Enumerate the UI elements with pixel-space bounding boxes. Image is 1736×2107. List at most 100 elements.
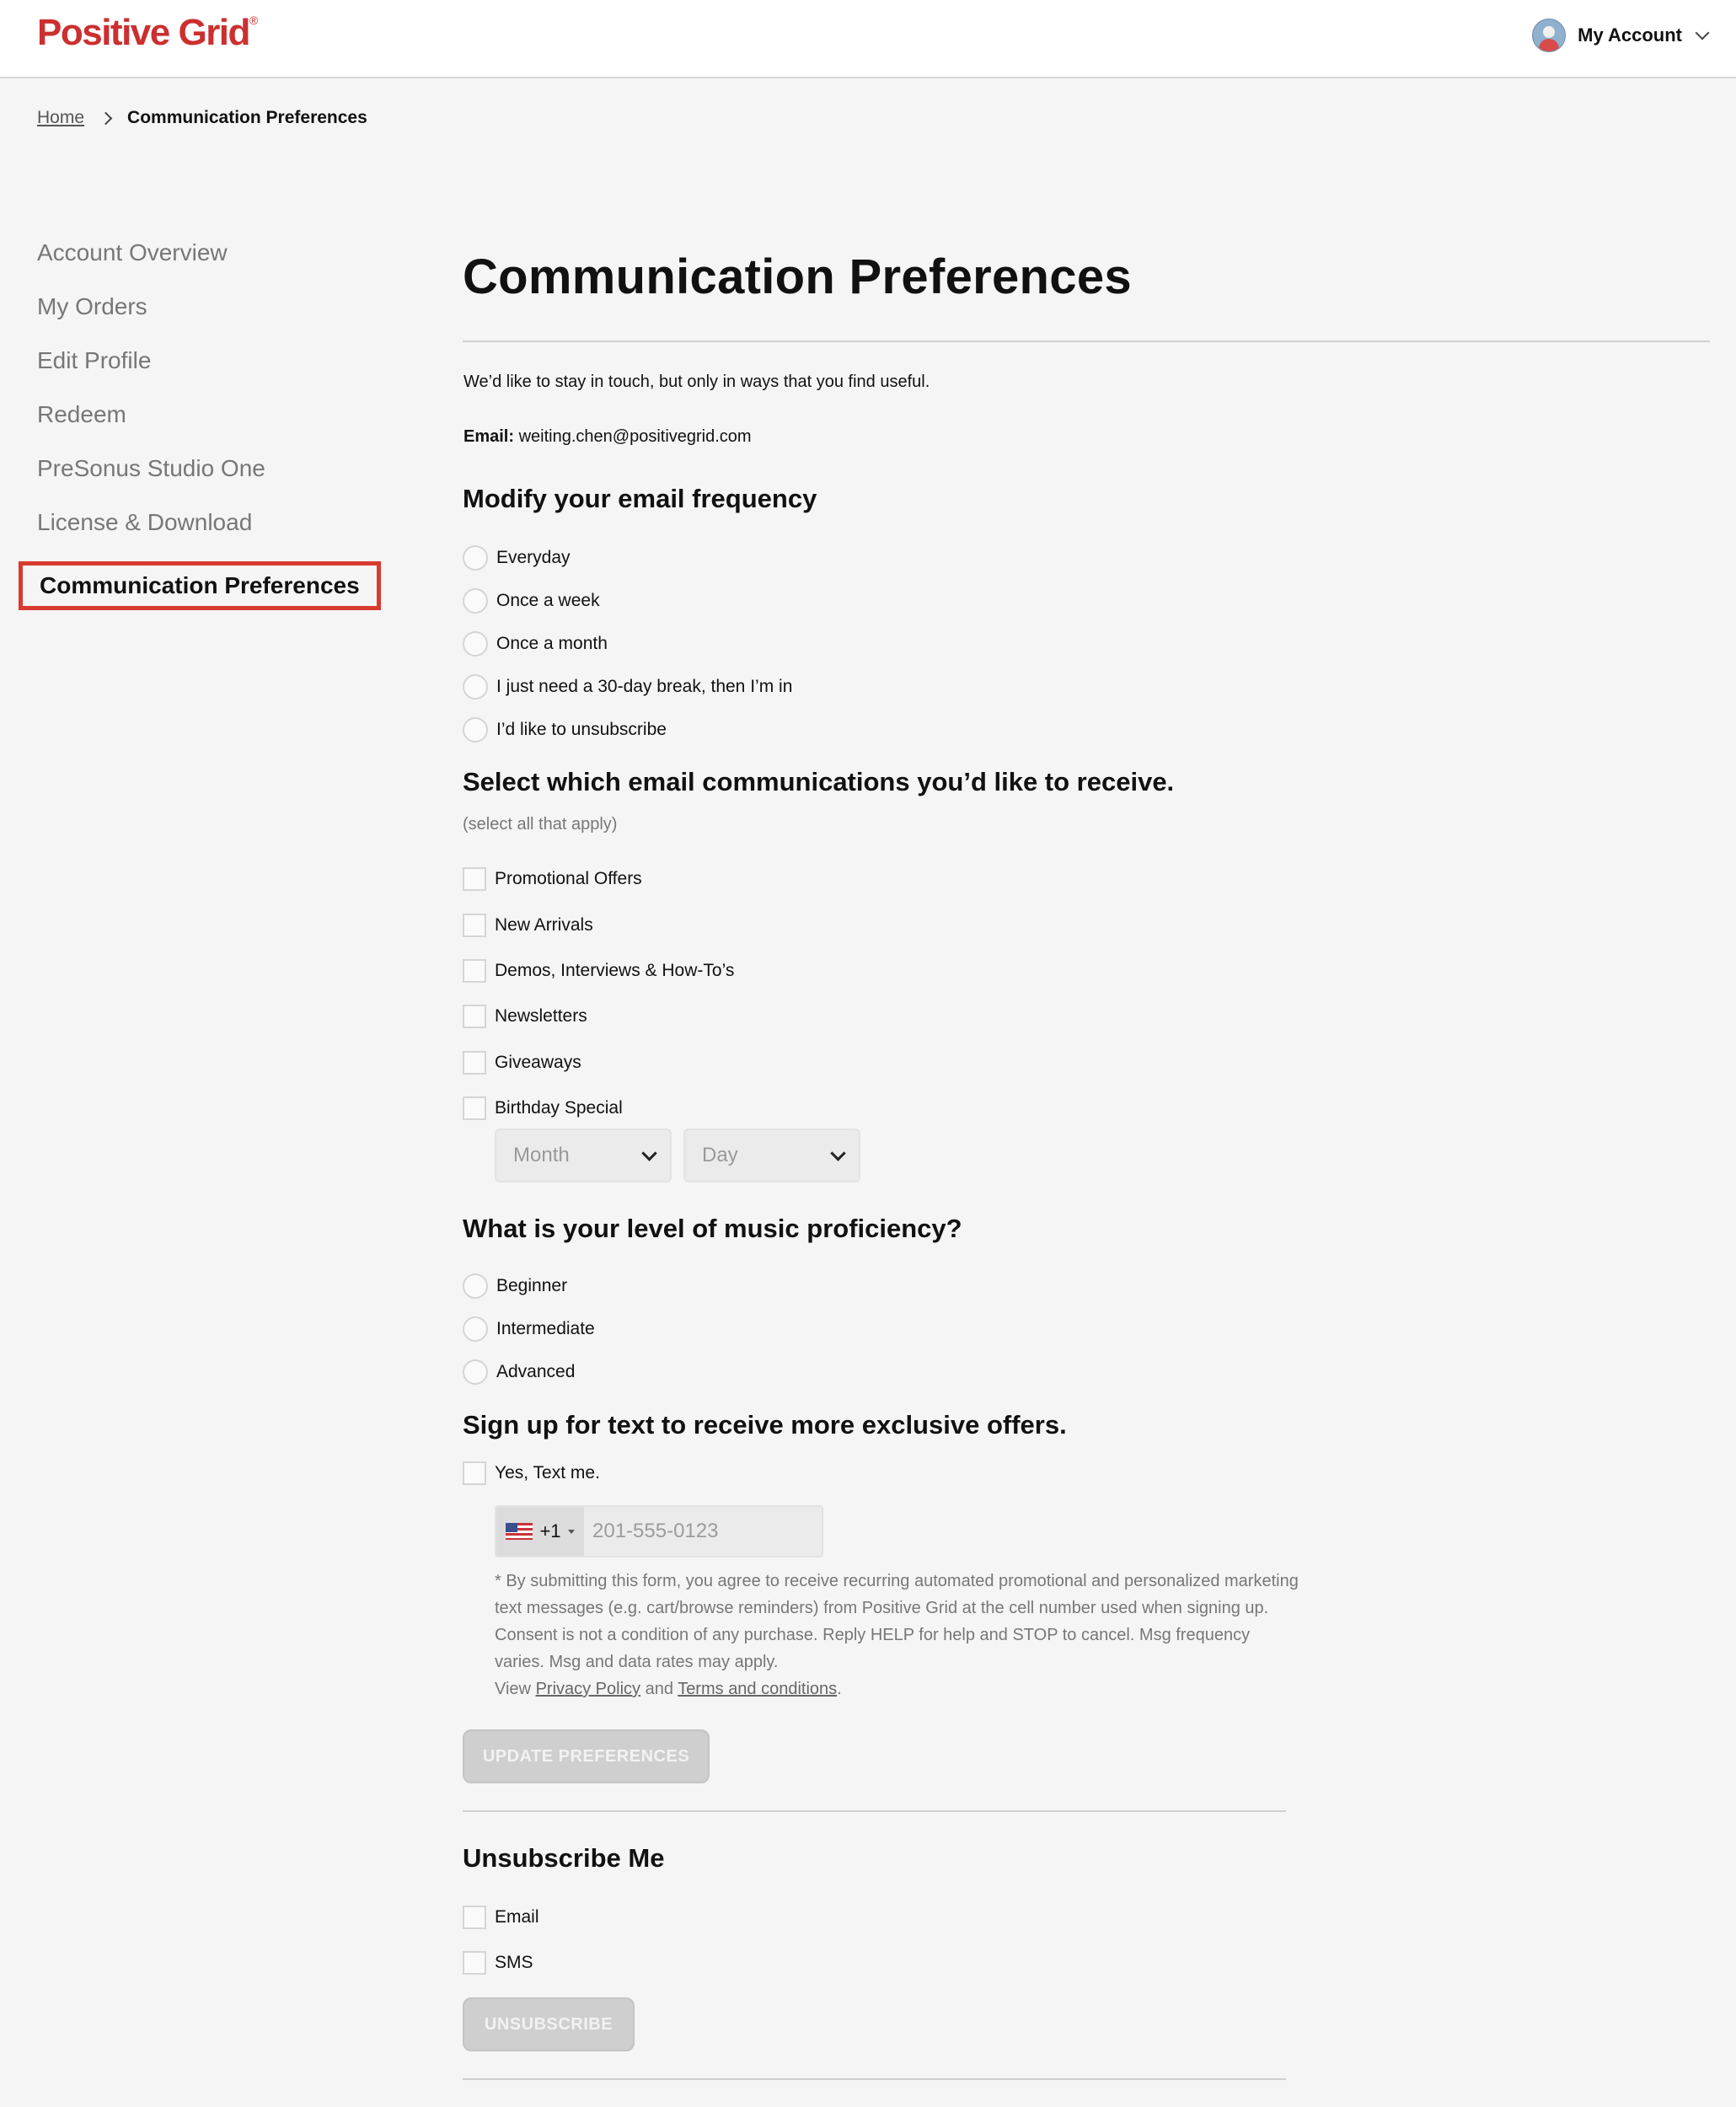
- breadcrumb-current: Communication Preferences: [127, 108, 367, 127]
- bottom-divider: [463, 2078, 1286, 2080]
- phone-field: +1: [495, 1505, 823, 1557]
- sms-disclaimer: * By submitting this form, you agree to …: [495, 1568, 1304, 1702]
- unsubscribe-options: Email SMS: [463, 1895, 539, 1986]
- chevron-down-icon: [830, 1145, 846, 1161]
- country-code-select[interactable]: +1: [496, 1507, 584, 1556]
- email-row: Email: weiting.chen@positivegrid.com: [463, 427, 752, 447]
- day-placeholder: Day: [702, 1144, 738, 1166]
- month-placeholder: Month: [513, 1144, 570, 1166]
- disclaimer-text: * By submitting this form, you agree to …: [495, 1572, 1299, 1671]
- sidebar-item-license-download[interactable]: License & Download: [37, 507, 381, 561]
- frequency-option-monthly[interactable]: Once a month: [463, 622, 792, 665]
- checkbox[interactable]: [463, 1096, 486, 1121]
- proficiency-option-advanced[interactable]: Advanced: [463, 1350, 595, 1393]
- page-title: Communication Preferences: [463, 249, 1132, 304]
- sidebar-item-redeem[interactable]: Redeem: [37, 399, 381, 453]
- my-account-menu[interactable]: My Account: [1532, 19, 1710, 52]
- checkbox-label: Newsletters: [495, 1006, 587, 1027]
- checkbox[interactable]: [463, 1005, 486, 1029]
- radio-button[interactable]: [463, 1359, 488, 1385]
- chevron-down-icon: [1695, 25, 1710, 40]
- proficiency-options: Beginner Intermediate Advanced: [463, 1264, 595, 1393]
- main-content: Communication Preferences We’d like to s…: [463, 244, 1710, 2080]
- radio-label: Once a week: [496, 590, 600, 610]
- logo-text: Positive Grid: [37, 12, 250, 53]
- comm-option-new-arrivals[interactable]: New Arrivals: [463, 902, 734, 947]
- checkbox-label: Promotional Offers: [495, 869, 642, 889]
- phone-input[interactable]: [584, 1519, 822, 1544]
- communications-options: Promotional Offers New Arrivals Demos, I…: [463, 856, 734, 1131]
- update-preferences-button[interactable]: UPDATE PREFERENCES: [463, 1729, 710, 1783]
- page: Positive Grid® My Account Home Communica…: [0, 0, 1736, 2107]
- radio-label: Intermediate: [496, 1318, 595, 1338]
- radio-label: I just need a 30-day break, then I’m in: [496, 676, 793, 696]
- checkbox-label: Demos, Interviews & How-To’s: [495, 960, 735, 980]
- radio-label: Advanced: [496, 1361, 576, 1381]
- sidebar-item-my-orders[interactable]: My Orders: [37, 292, 381, 346]
- us-flag-icon: [506, 1523, 533, 1540]
- proficiency-option-beginner[interactable]: Beginner: [463, 1264, 595, 1307]
- unsubscribe-option-sms[interactable]: SMS: [463, 1940, 539, 1986]
- radio-button[interactable]: [463, 716, 488, 743]
- communications-heading: Select which email communications you’d …: [463, 767, 1175, 796]
- birthday-month-select[interactable]: Month: [495, 1129, 672, 1182]
- checkbox[interactable]: [463, 1050, 486, 1075]
- terms-link[interactable]: Terms and conditions: [678, 1680, 837, 1698]
- radio-button[interactable]: [463, 673, 488, 700]
- radio-button[interactable]: [463, 1273, 488, 1299]
- sidebar-item-communication-preferences[interactable]: Communication Preferences: [19, 561, 381, 610]
- checkbox[interactable]: [463, 1461, 486, 1485]
- privacy-policy-link[interactable]: Privacy Policy: [536, 1680, 640, 1698]
- breadcrumb-home-link[interactable]: Home: [37, 108, 84, 128]
- intro-text: We’d like to stay in touch, but only in …: [463, 373, 930, 391]
- frequency-option-unsubscribe[interactable]: I’d like to unsubscribe: [463, 708, 792, 751]
- checkbox[interactable]: [463, 958, 486, 983]
- email-label: Email:: [463, 427, 515, 446]
- radio-button[interactable]: [463, 1316, 488, 1342]
- comm-option-newsletters[interactable]: Newsletters: [463, 994, 734, 1039]
- unsubscribe-option-email[interactable]: Email: [463, 1895, 539, 1940]
- checkbox-label: Email: [495, 1907, 539, 1927]
- checkbox-label: SMS: [495, 1953, 533, 1972]
- comm-option-giveaways[interactable]: Giveaways: [463, 1040, 734, 1086]
- checkbox[interactable]: [463, 913, 486, 937]
- email-value: weiting.chen@positivegrid.com: [518, 427, 752, 446]
- country-code: +1: [539, 1520, 561, 1541]
- frequency-option-break[interactable]: I just need a 30-day break, then I’m in: [463, 665, 792, 708]
- sms-heading: Sign up for text to receive more exclusi…: [463, 1410, 1067, 1440]
- radio-button[interactable]: [463, 587, 488, 614]
- chevron-right-icon: [99, 111, 113, 125]
- frequency-option-everyday[interactable]: Everyday: [463, 536, 792, 579]
- proficiency-option-intermediate[interactable]: Intermediate: [463, 1307, 595, 1350]
- frequency-option-weekly[interactable]: Once a week: [463, 579, 792, 622]
- checkbox-label: Giveaways: [495, 1052, 581, 1072]
- select-all-note: (select all that apply): [463, 815, 618, 834]
- checkbox[interactable]: [463, 1906, 486, 1929]
- comm-option-demos[interactable]: Demos, Interviews & How-To’s: [463, 948, 734, 994]
- title-divider: [463, 340, 1710, 342]
- sidebar-item-presonus-studio-one[interactable]: PreSonus Studio One: [37, 453, 381, 507]
- radio-label: I’d like to unsubscribe: [496, 719, 667, 739]
- comm-option-birthday-special[interactable]: Birthday Special: [463, 1086, 734, 1131]
- comm-option-promotional-offers[interactable]: Promotional Offers: [463, 856, 734, 902]
- sidebar-item-edit-profile[interactable]: Edit Profile: [37, 346, 381, 399]
- unsubscribe-button[interactable]: UNSUBSCRIBE: [463, 1997, 635, 2051]
- checkbox[interactable]: [463, 1951, 486, 1975]
- sidebar-item-account-overview[interactable]: Account Overview: [37, 238, 381, 292]
- radio-button[interactable]: [463, 630, 488, 657]
- radio-button[interactable]: [463, 544, 488, 571]
- top-bar: Positive Grid® My Account: [0, 0, 1736, 78]
- sms-optin-row[interactable]: Yes, Text me.: [463, 1460, 600, 1487]
- unsubscribe-heading: Unsubscribe Me: [463, 1843, 665, 1873]
- account-sidebar: Account Overview My Orders Edit Profile …: [19, 238, 381, 610]
- breadcrumb: Home Communication Preferences: [37, 108, 367, 128]
- checkbox[interactable]: [463, 867, 486, 892]
- radio-label: Beginner: [496, 1275, 568, 1295]
- radio-label: Everyday: [496, 547, 571, 567]
- positive-grid-logo[interactable]: Positive Grid®: [37, 12, 258, 54]
- checkbox-label: New Arrivals: [495, 914, 593, 935]
- registered-mark: ®: [249, 13, 258, 28]
- section-divider: [463, 1810, 1286, 1812]
- frequency-options: Everyday Once a week Once a month I just…: [463, 536, 792, 751]
- birthday-day-select[interactable]: Day: [683, 1129, 860, 1182]
